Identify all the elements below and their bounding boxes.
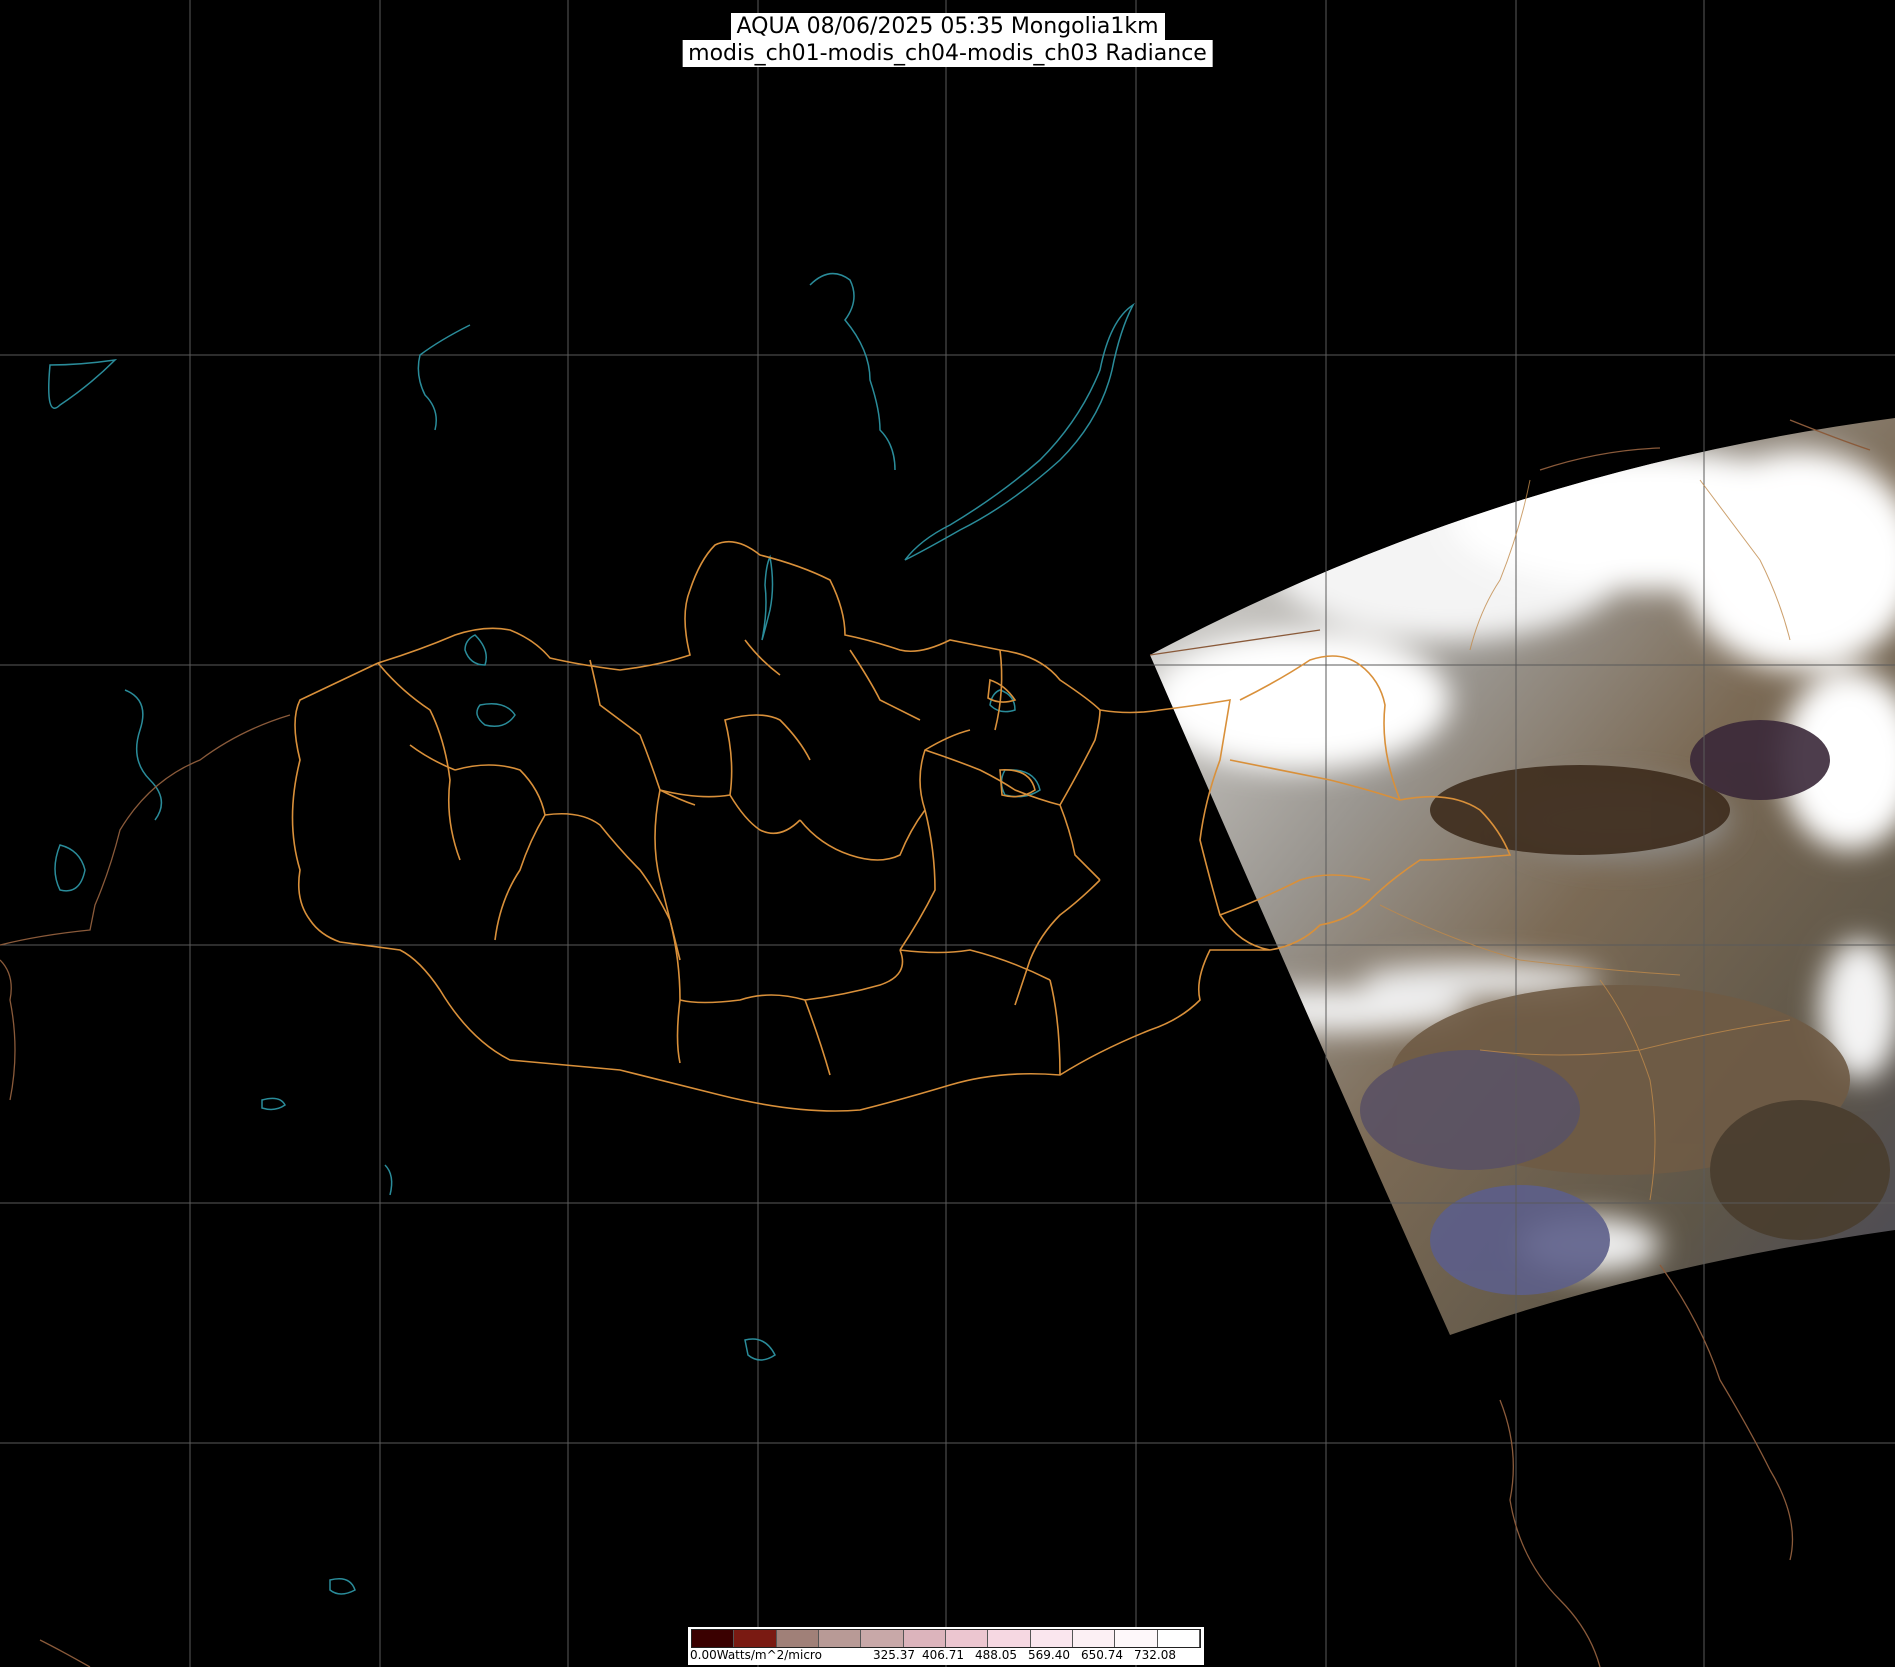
legend-tick-4: 569.40 <box>1028 1648 1070 1662</box>
legend-tick-2: 406.71 <box>922 1648 964 1662</box>
legend-min-label: 0.00Watts/m^2/micro <box>690 1648 822 1662</box>
legend-swatch-8 <box>988 1630 1031 1647</box>
legend-tick-6: 732.08 <box>1134 1648 1176 1662</box>
legend-swatch-7 <box>945 1630 989 1647</box>
legend-swatch-2 <box>734 1630 777 1647</box>
color-scale-legend: 0.00Watts/m^2/micro 325.37 406.71 488.05… <box>688 1627 1204 1665</box>
legend-swatch-9 <box>1030 1630 1073 1647</box>
color-scale-bar <box>691 1629 1201 1648</box>
river-west <box>124 689 163 821</box>
legend-swatch-11 <box>1115 1630 1158 1647</box>
river-south <box>384 1164 393 1196</box>
river-angara <box>809 272 896 471</box>
lake-kyrg <box>48 358 118 409</box>
lake-west-2 <box>54 844 86 892</box>
lake-baikal <box>904 302 1135 561</box>
legend-swatch-5 <box>861 1630 904 1647</box>
lake-sw <box>329 1578 356 1595</box>
water-outlines <box>48 272 1135 1595</box>
lake-small-gobi <box>261 1097 286 1111</box>
lake-uvs <box>476 703 516 727</box>
legend-swatch-3 <box>776 1630 819 1647</box>
lake-western-1 <box>464 634 487 666</box>
mongolia-outline <box>291 540 1271 1112</box>
legend-tick-1: 325.37 <box>873 1648 915 1662</box>
map-canvas <box>0 0 1895 1667</box>
legend-swatch-4 <box>818 1630 862 1647</box>
lake-khovsgol <box>761 554 774 641</box>
legend-swatch-6 <box>903 1630 946 1647</box>
lake-south <box>744 1338 776 1361</box>
legend-swatch-12 <box>1157 1630 1200 1647</box>
legend-tick-3: 488.05 <box>975 1648 1017 1662</box>
legend-tick-5: 650.74 <box>1081 1648 1123 1662</box>
image-title-line-1: AQUA 08/06/2025 05:35 Mongolia1km <box>730 13 1165 40</box>
image-title-line-2: modis_ch01-modis_ch04-modis_ch03 Radianc… <box>682 40 1213 67</box>
satellite-swath-image <box>1150 418 1895 1335</box>
river-yenisei-west <box>417 324 471 431</box>
legend-swatch-1 <box>692 1630 735 1647</box>
satellite-map-page: AQUA 08/06/2025 05:35 Mongolia1km modis_… <box>0 0 1895 1667</box>
legend-swatch-10 <box>1072 1630 1116 1647</box>
